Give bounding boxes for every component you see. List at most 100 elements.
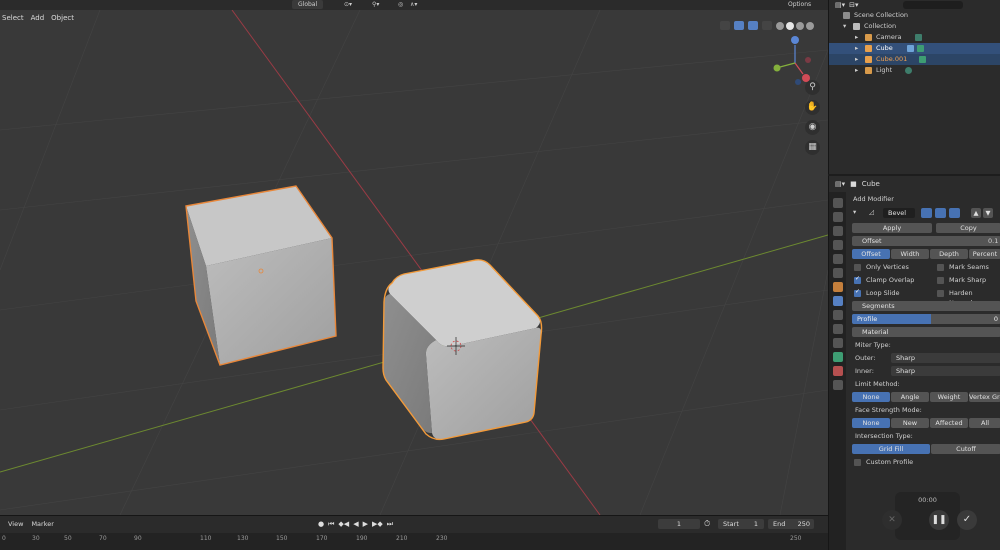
limit-weight[interactable]: Weight [930,392,968,402]
inner-miter-dropdown[interactable]: Sharp [891,366,1000,376]
xray-icon[interactable] [762,21,772,30]
editor-type-icon[interactable]: ▤▾ [835,1,845,9]
object-menu[interactable]: Object [51,11,74,25]
modifier-wrench-tab-icon[interactable] [832,296,843,306]
outliner-item-cube[interactable]: ▸ Cube [829,43,1000,54]
frame-ruler[interactable]: 0 30 50 70 90 110 130 150 170 190 210 23… [0,533,828,550]
marker-menu[interactable]: Marker [31,518,53,530]
profile-slider[interactable]: Profile 0 [852,314,1000,324]
apply-button[interactable]: Apply [852,223,932,233]
modifier-name-field[interactable]: Bevel [883,208,915,218]
move-up-icon[interactable]: ▲ [971,208,981,218]
record-icon[interactable]: ● [318,519,324,529]
play-reverse-icon[interactable]: ◀ [353,519,358,529]
object-pin-icon[interactable]: ■ [850,180,857,188]
end-frame-field[interactable]: End 250 [768,519,814,529]
outliner-search-input[interactable] [902,1,963,9]
render-toggle-icon[interactable] [921,208,932,218]
object-tab-icon[interactable] [832,282,843,292]
stop-icon[interactable]: ✕ [882,510,902,530]
rendered-shading-icon[interactable] [806,21,814,30]
scene-tab-icon[interactable] [832,254,843,264]
constraints-tab-icon[interactable] [832,338,843,348]
particles-tab-icon[interactable] [832,310,843,320]
face-strength-none[interactable]: None [852,418,890,428]
expand-arrow-icon[interactable]: ▸ [855,32,858,43]
material-shading-icon[interactable] [796,21,804,30]
pan-hand-icon[interactable]: ✋ [805,100,820,115]
expand-arrow-icon[interactable]: ▸ [855,65,858,76]
harden-normals-checkbox[interactable] [937,290,944,297]
tool-tab-icon[interactable] [832,198,843,208]
falloff-icon[interactable]: ∧▾ [410,0,417,9]
add-menu[interactable]: Add [31,11,45,25]
clamp-overlap-checkbox[interactable] [854,275,861,284]
next-keyframe-icon[interactable]: ▶◆ [372,519,383,529]
pivot-icon[interactable]: ⊙▾ [344,0,352,9]
expand-arrow-icon[interactable]: ▾ [843,21,846,32]
loop-slide-checkbox[interactable] [854,288,861,297]
face-strength-affected[interactable]: Affected [930,418,968,428]
orientation-gizmo[interactable] [773,36,812,85]
outliner-item-camera[interactable]: ▸ Camera [829,32,1000,43]
mesh-data-tab-icon[interactable] [832,352,843,362]
limit-none[interactable]: None [852,392,890,402]
custom-profile-checkbox[interactable] [854,459,861,466]
output-tab-icon[interactable] [832,226,843,236]
prev-keyframe-icon[interactable]: ◆◀ [338,519,349,529]
outliner-item-light[interactable]: ▸ Light [829,65,1000,76]
3d-viewport[interactable]: ⚲ ✋ ◉ ▦ [0,10,828,515]
add-modifier-dropdown[interactable]: Add Modifier [853,194,894,204]
mark-sharp-checkbox[interactable] [937,277,944,284]
view-layer-tab-icon[interactable] [832,240,843,250]
checkmark-done-icon[interactable]: ✓ [957,510,977,530]
width-type-percent[interactable]: Percent [969,249,1000,259]
offset-field[interactable]: Offset [852,236,1000,246]
physics-tab-icon[interactable] [832,324,843,334]
select-menu[interactable]: Select [2,11,24,25]
face-strength-all[interactable]: All [969,418,1000,428]
cube-left[interactable] [185,185,337,366]
snap-icon[interactable]: ⚲▾ [372,0,379,9]
face-strength-new[interactable]: New [891,418,929,428]
segments-field[interactable]: Segments [852,301,1000,311]
wireframe-shading-icon[interactable] [776,21,784,30]
collapse-arrow-icon[interactable]: ▾ [853,207,856,217]
outer-miter-dropdown[interactable]: Sharp [891,353,1000,363]
limit-angle[interactable]: Angle [891,392,929,402]
collection-row[interactable]: ▾ Collection [829,21,1000,32]
width-type-depth[interactable]: Depth [930,249,968,259]
scene-collection-row[interactable]: Scene Collection [829,10,1000,21]
expand-arrow-icon[interactable]: ▸ [855,43,858,54]
jump-end-icon[interactable]: ⏭ [387,519,393,529]
camera-view-icon[interactable]: ◉ [805,120,820,135]
gizmo-toggle-icon[interactable] [734,21,744,30]
proportional-edit-icon[interactable]: ◎ [398,0,403,9]
editmode-toggle-icon[interactable] [949,208,960,218]
transform-orientation-dropdown[interactable]: Global [292,0,324,9]
options-dropdown[interactable]: Options [788,0,811,9]
zoom-icon[interactable]: ⚲ [805,80,820,95]
solid-shading-icon[interactable] [786,21,794,30]
viewport-toggle-icon[interactable] [935,208,946,218]
only-vertices-checkbox[interactable] [854,264,861,271]
intersection-cutoff[interactable]: Cutoff [931,444,1000,454]
start-frame-field[interactable]: Start 1 [718,519,764,529]
pause-icon[interactable]: ❚❚ [929,510,949,530]
mark-seams-checkbox[interactable] [937,264,944,271]
stopwatch-icon[interactable]: ⏱ [704,519,710,529]
width-type-width[interactable]: Width [891,249,929,259]
material-tab-icon[interactable] [832,366,843,376]
texture-tab-icon[interactable] [832,380,843,390]
move-down-icon[interactable]: ▼ [983,208,993,218]
perspective-grid-icon[interactable]: ▦ [805,140,820,155]
outliner-item-cube-001[interactable]: ▸ Cube.001 [829,54,1000,65]
width-type-offset[interactable]: Offset [852,249,890,259]
editor-type-icon[interactable]: ▤▾ [835,180,845,188]
limit-vertex-group[interactable]: Vertex Group [969,392,1000,402]
expand-arrow-icon[interactable]: ▸ [855,54,858,65]
material-field[interactable]: Material [852,327,1000,337]
cube-right[interactable] [382,259,543,441]
current-frame-field[interactable]: 1 [658,519,700,529]
copy-button[interactable]: Copy [936,223,1000,233]
